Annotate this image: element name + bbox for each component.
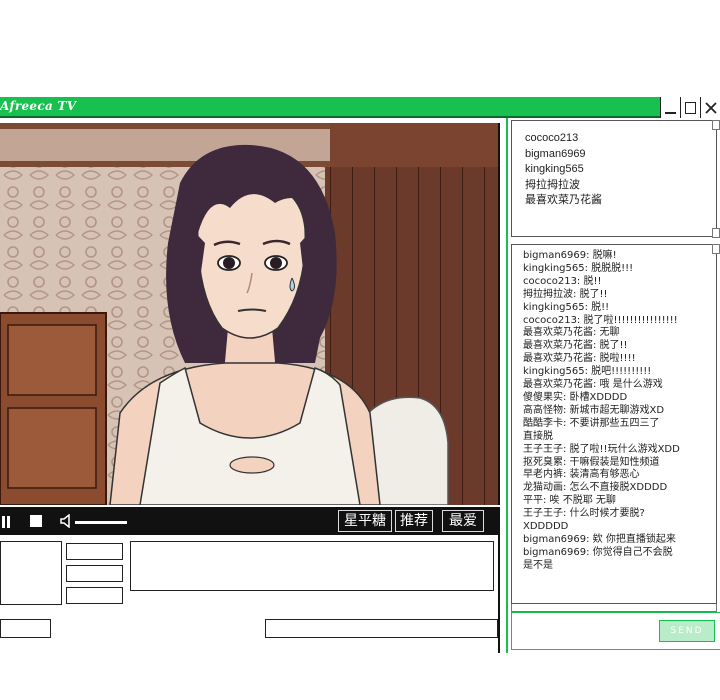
minimize-icon [665, 111, 676, 114]
chat-line: kingking565: 脱!! [523, 301, 610, 313]
chat-line: 平平: 唉 不脱耶 无聊 [523, 495, 616, 507]
maximize-icon [685, 101, 696, 114]
chat-line: 王子王子: 什么时候才要脱? [523, 508, 645, 520]
chat-line: 最喜欢菜乃花酱: 无聊 [523, 327, 620, 339]
player-controls: 星平糖 推荐 最爱 [0, 507, 500, 535]
chat-line: bigman6969: 欸 你把直播锁起来 [523, 533, 676, 545]
chat-line: kingking565: 脱吧!!!!!!!!!! [523, 366, 652, 378]
video-frame [0, 123, 498, 505]
viewer-scroll-down[interactable] [712, 228, 720, 238]
chat-line: 王子王子: 脱了啦!!玩什么游戏XDD [523, 443, 680, 455]
viewer-item: cococo213 [525, 132, 579, 144]
chat-line: 抠死臭累: 干嘛假装是知性频道 [523, 456, 660, 468]
maximize-button[interactable] [680, 97, 700, 118]
app-title: Afreeca TV [0, 99, 77, 113]
viewer-item: 最喜欢菜乃花酱 [525, 194, 602, 206]
favorite-button[interactable]: 最爱 [442, 510, 484, 532]
chat-line: kingking565: 脱脱脱!!! [523, 262, 634, 274]
chat-input[interactable]: SEND [511, 612, 720, 650]
app-window: Afreeca TV 星平糖 推荐 最爱 cococo213 bigman696… [0, 97, 720, 653]
wide-input[interactable] [265, 619, 498, 638]
recommend-button[interactable]: 推荐 [395, 510, 433, 532]
chat-line: 最喜欢菜乃花酱: 脱啦!!!! [523, 353, 636, 365]
chat-line: 傻傻果实: 卧槽XDDDD [523, 391, 628, 403]
volume-icon[interactable] [60, 514, 72, 528]
description-box [130, 541, 494, 591]
chat-line: cococo213: 脱!! [523, 275, 602, 287]
viewer-item: 拇拉拇拉波 [525, 178, 580, 191]
sidebar: cococo213 bigman6969 kingking565 拇拉拇拉波 最… [506, 118, 720, 653]
close-button[interactable] [700, 97, 720, 118]
chat-line: 早老内裤: 装清高有够恶心 [523, 469, 640, 481]
viewer-item: bigman6969 [525, 147, 586, 160]
close-icon [704, 101, 717, 114]
small-input[interactable] [0, 619, 51, 638]
candy-button[interactable]: 星平糖 [338, 510, 392, 532]
viewer-list: cococo213 bigman6969 kingking565 拇拉拇拉波 最… [511, 120, 717, 237]
info-field-1 [66, 543, 123, 560]
video-stream[interactable] [0, 123, 500, 505]
chat-line: 最喜欢菜乃花酱: 脱了!! [523, 340, 628, 352]
stop-icon[interactable] [30, 515, 42, 527]
chat-line: 酷酷李卡: 不要讲那些五四三了 [523, 417, 660, 429]
window-controls [660, 97, 720, 118]
pause-icon[interactable] [2, 516, 10, 528]
viewer-scroll-up[interactable] [712, 120, 720, 130]
info-panel [0, 535, 500, 653]
thumbnail-box [0, 541, 62, 605]
chat-log: bigman6969: 脱嘛! kingking565: 脱脱脱!!! coco… [511, 244, 717, 604]
chat-line: 拇拉拇拉波: 脱了!! [523, 288, 608, 300]
volume-slider[interactable] [75, 521, 127, 524]
chat-line: XDDDDD [523, 521, 569, 533]
chat-line: bigman6969: 脱嘛! [523, 250, 617, 261]
chat-line: cococo213: 脱了啦!!!!!!!!!!!!!!!! [523, 314, 678, 326]
chat-line: 高高怪物: 新城市超无聊游戏XD [523, 404, 665, 416]
chat-line: 龙猫动画: 怎么不直接脱XDDDD [523, 482, 668, 494]
chat-scroll-up[interactable] [712, 244, 720, 254]
chat-line: 是不是 [523, 559, 553, 571]
title-bar: Afreeca TV [0, 97, 720, 118]
viewer-item: kingking565 [525, 163, 584, 175]
chat-line: bigman6969: 你觉得自己不会脱 [523, 546, 673, 558]
chat-horizontal-scrollbar[interactable] [511, 604, 717, 612]
info-field-2 [66, 565, 123, 582]
minimize-button[interactable] [660, 97, 680, 118]
chat-line: 直接脱 [523, 430, 553, 442]
send-button[interactable]: SEND [659, 620, 715, 642]
chat-line: 最喜欢菜乃花酱: 哦 是什么游戏 [523, 379, 663, 391]
info-field-3 [66, 587, 123, 604]
